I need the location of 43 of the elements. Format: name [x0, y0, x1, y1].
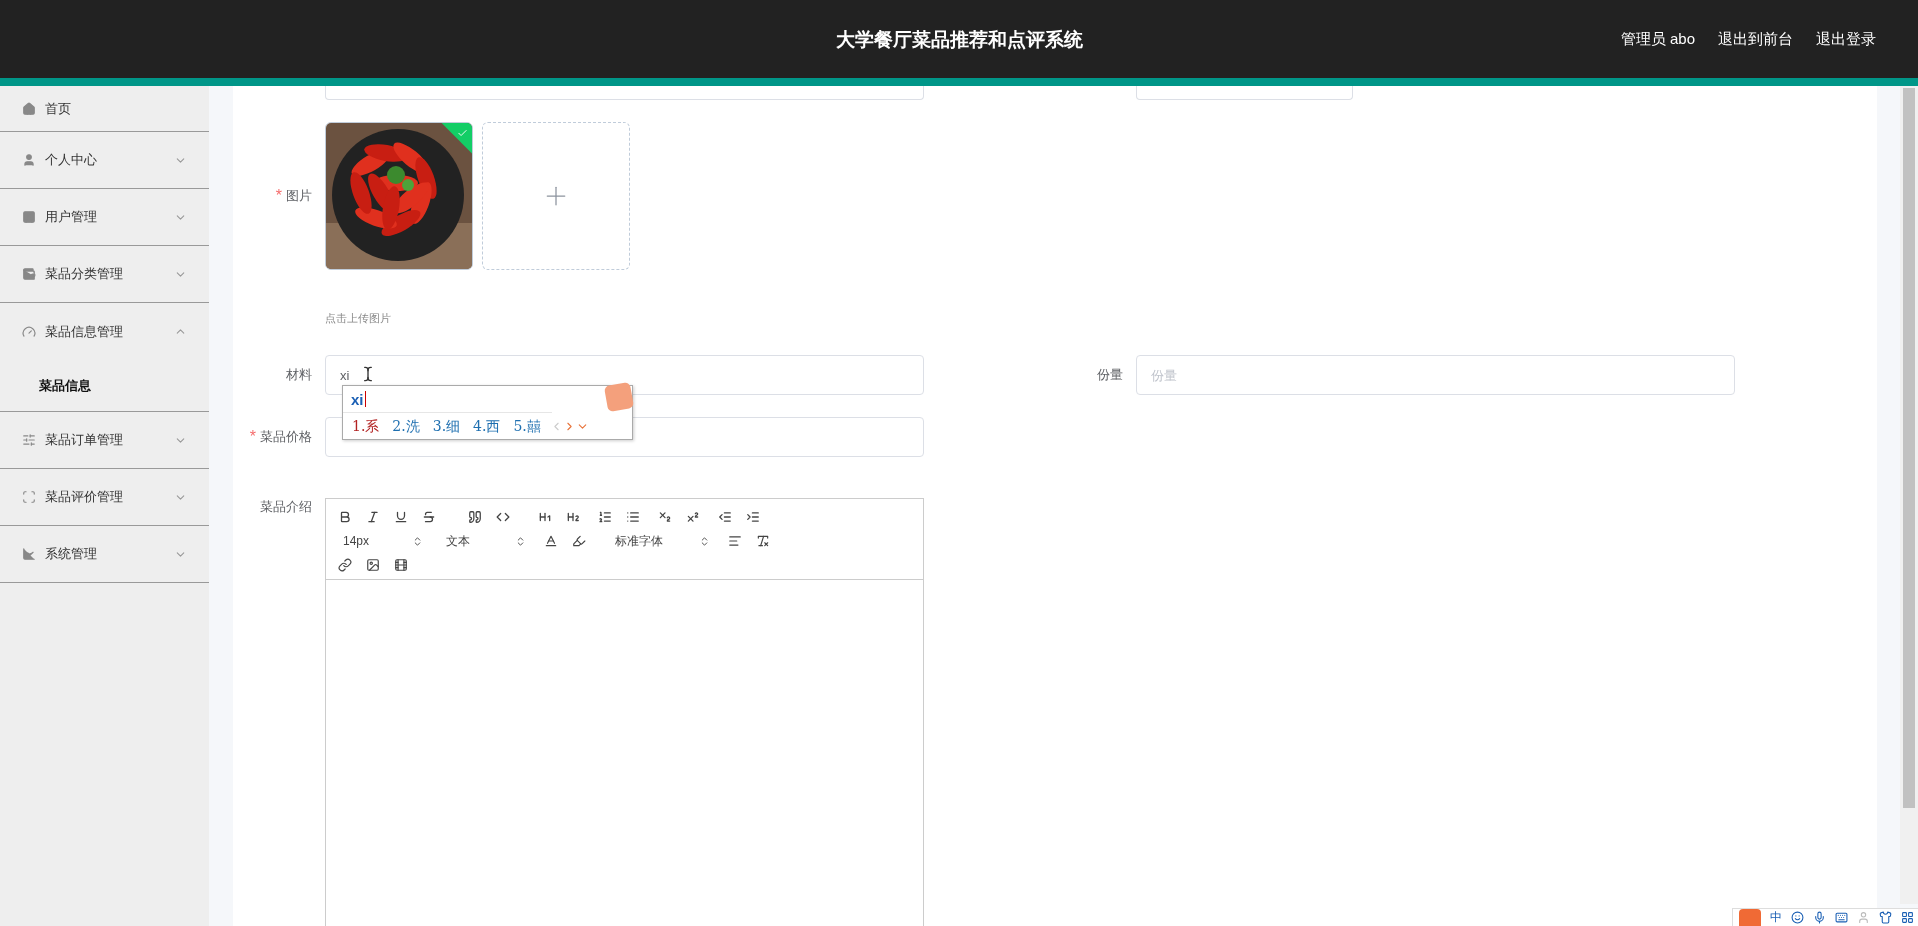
microphone-icon[interactable]: [1813, 911, 1826, 924]
field-label: 份量: [1097, 366, 1123, 384]
ime-candidate[interactable]: 3.细: [432, 417, 461, 436]
submenu-item[interactable]: 菜品信息: [0, 360, 209, 411]
keyboard-icon[interactable]: [1835, 911, 1848, 924]
required-mark: *: [275, 186, 282, 206]
text-field[interactable]: [1136, 86, 1353, 100]
ime-candidate[interactable]: 4.西: [473, 417, 501, 436]
wallet-icon: [22, 267, 36, 281]
field-label: 材料: [286, 366, 312, 384]
field-label: 菜品介绍: [260, 498, 312, 516]
font-size-select[interactable]: 14px: [338, 531, 423, 551]
header-link[interactable]: 管理员 abo: [1620, 29, 1695, 49]
field-label: 图片: [286, 187, 312, 205]
shirt-icon[interactable]: [1879, 911, 1892, 924]
sidebar-item[interactable]: 菜品信息管理: [0, 303, 209, 360]
ime-logo-icon: [1739, 908, 1761, 926]
rich-text-editor[interactable]: 14px 文本 标准字体: [325, 498, 924, 926]
gauge-icon: [22, 324, 36, 339]
ime-candidate[interactable]: 5.囍: [513, 417, 541, 436]
app-title: 大学餐厅菜品推荐和点评系统: [835, 28, 1083, 52]
smile-icon[interactable]: [1791, 911, 1804, 924]
header-link[interactable]: 退出到前台: [1718, 29, 1793, 49]
ime-candidate[interactable]: 1.系: [352, 417, 380, 436]
font-family-select[interactable]: 标准字体: [610, 531, 710, 551]
required-mark: *: [249, 427, 256, 447]
text-field[interactable]: [325, 86, 924, 100]
heading-select[interactable]: 文本: [441, 531, 526, 551]
up-down-icon: [699, 535, 710, 547]
up-down-icon: [412, 535, 423, 547]
header-link[interactable]: 退出登录: [1816, 29, 1876, 49]
home-icon: [22, 101, 36, 116]
text-field[interactable]: 份量: [1136, 355, 1735, 395]
input-mode[interactable]: 中: [1770, 909, 1782, 926]
field-label: 菜品价格: [260, 428, 312, 446]
ime-candidate[interactable]: 2.洗: [392, 417, 420, 436]
sliders-icon: [22, 433, 36, 447]
scan-frame-icon: [22, 490, 36, 504]
user-icon: [22, 153, 36, 167]
up-down-icon: [515, 535, 526, 547]
grid-icon[interactable]: [1901, 911, 1914, 924]
upload-hint: 点击上传图片: [325, 311, 392, 326]
scrollbar[interactable]: [1900, 86, 1918, 904]
